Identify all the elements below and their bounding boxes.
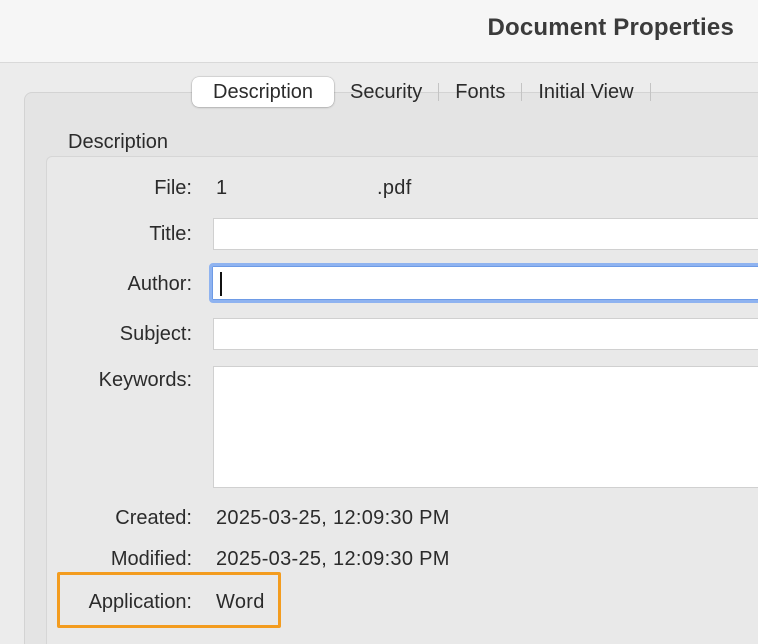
modified-value: 2025-03-25, 12:09:30 PM xyxy=(216,548,450,570)
tab-description[interactable]: Description xyxy=(192,77,335,107)
tab-separator xyxy=(649,83,651,101)
subject-label: Subject: xyxy=(119,323,192,345)
document-properties-window: Document Properties Description Security… xyxy=(0,0,758,644)
keywords-field[interactable] xyxy=(213,366,758,488)
subject-field[interactable] xyxy=(213,318,758,350)
tab-bar: Description Security Fonts Initial View xyxy=(192,76,651,108)
file-label: File: xyxy=(154,177,192,199)
file-value-start: 1 xyxy=(216,177,228,199)
tab-initial-view[interactable]: Initial View xyxy=(522,77,649,107)
file-value-end: .pdf xyxy=(377,177,412,199)
text-caret xyxy=(220,272,222,296)
title-field[interactable] xyxy=(213,218,758,250)
modified-label: Modified: xyxy=(110,548,192,570)
description-section-label: Description xyxy=(68,131,169,153)
author-label: Author: xyxy=(127,273,192,295)
created-label: Created: xyxy=(115,507,192,529)
title-bar: Document Properties xyxy=(0,0,758,63)
author-field[interactable] xyxy=(209,263,758,303)
created-value: 2025-03-25, 12:09:30 PM xyxy=(216,507,450,529)
window-title: Document Properties xyxy=(487,14,734,41)
keywords-label: Keywords: xyxy=(98,369,192,391)
tab-security[interactable]: Security xyxy=(334,77,438,107)
tab-fonts[interactable]: Fonts xyxy=(439,77,521,107)
title-label: Title: xyxy=(149,223,192,245)
application-highlight-box xyxy=(57,572,281,628)
